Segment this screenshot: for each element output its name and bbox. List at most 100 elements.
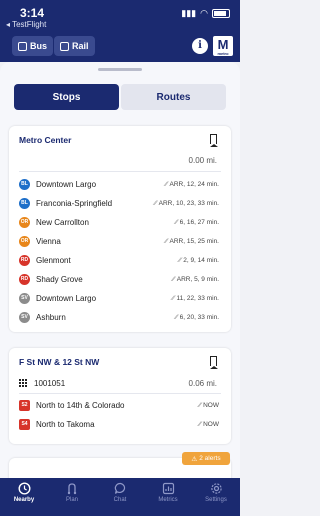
- stop-id-row: 1001051 0.06 mi.: [19, 375, 217, 391]
- metro-logo-letter: M: [217, 37, 229, 52]
- bus-button[interactable]: Bus: [12, 36, 54, 56]
- warning-icon: ⚠: [191, 455, 198, 463]
- destination: North to Takoma: [36, 419, 95, 429]
- bookmark-icon[interactable]: [209, 356, 218, 369]
- stops-routes-toggle: Stops Routes: [14, 84, 226, 110]
- tab-label: Settings: [205, 497, 227, 503]
- arrival-times: 11, 22, 33 min.: [176, 294, 219, 302]
- destination: Franconia-Springfield: [36, 198, 113, 208]
- line-badge-sv: SV: [19, 292, 30, 304]
- line-badge-bl: BL: [19, 178, 30, 190]
- arrival-times: NOW: [203, 420, 219, 428]
- destination: North to 14th & Colorado: [36, 400, 125, 410]
- route-badge-s4: S4: [19, 418, 30, 430]
- departure-row[interactable]: BL Downtown Largo ⁄⁄ ARR, 12, 24 min.: [19, 176, 219, 192]
- gear-icon: [210, 482, 223, 495]
- realtime-icon: ⁄⁄: [198, 420, 202, 428]
- arrival-times: 6, 16, 27 min.: [179, 218, 219, 226]
- departure-row[interactable]: BL Franconia-Springfield ⁄⁄ ARR, 10, 23, …: [19, 195, 219, 211]
- divider: [19, 171, 221, 172]
- realtime-icon: ⁄⁄: [172, 275, 175, 283]
- battery-icon: [212, 9, 230, 18]
- arrival-times: NOW: [203, 401, 219, 409]
- destination: Shady Grove: [36, 274, 83, 284]
- bus-icon: [18, 41, 27, 51]
- destination: Vienna: [36, 236, 61, 246]
- departure-row[interactable]: SV Ashburn ⁄⁄ 6, 20, 33 min.: [19, 309, 219, 325]
- route-badge-s2: S2: [19, 399, 30, 411]
- chat-icon: [114, 482, 127, 495]
- info-button[interactable]: i: [192, 38, 208, 54]
- realtime-icon: ⁄⁄: [172, 294, 175, 302]
- departure-row[interactable]: SV Downtown Largo ⁄⁄ 11, 22, 33 min.: [19, 290, 219, 306]
- departure-row[interactable]: OR Vienna ⁄⁄ ARR, 15, 25 min.: [19, 233, 219, 249]
- metro-logo-text: metro: [217, 51, 229, 56]
- stop-card-metro-center[interactable]: Metro Center 0.00 mi. BL Downtown Largo …: [9, 126, 231, 332]
- tab-chat[interactable]: Chat: [96, 478, 144, 516]
- departure-row[interactable]: RD Glenmont ⁄⁄ 2, 9, 14 min.: [19, 252, 219, 268]
- app-header: Bus Rail i M metro: [0, 34, 240, 62]
- departure-row[interactable]: OR New Carrollton ⁄⁄ 6, 16, 27 min.: [19, 214, 219, 230]
- bus-stop-grid-icon: [19, 378, 28, 388]
- system-indicators: ▮▮▮ ◠: [181, 8, 230, 19]
- testflight-back-link[interactable]: ◂ TestFlight: [6, 20, 46, 29]
- bus-label: Bus: [30, 41, 48, 51]
- destination: Downtown Largo: [36, 293, 97, 303]
- nearby-sheet: Stops Routes Metro Center 0.00 mi. BL Do…: [0, 62, 240, 478]
- departure-row[interactable]: S4 North to Takoma ⁄⁄ NOW: [19, 416, 219, 432]
- realtime-icon: ⁄⁄: [179, 256, 182, 264]
- stop-name: Metro Center: [19, 135, 72, 145]
- tab-bar: Nearby Plan Chat Metrics Settings: [0, 478, 240, 516]
- routes-tab[interactable]: Routes: [121, 84, 226, 110]
- metrics-icon: [162, 482, 175, 495]
- line-badge-sv: SV: [19, 311, 30, 323]
- sheet-grabber[interactable]: [98, 68, 142, 71]
- status-bar: 3:14 ◂ TestFlight ▮▮▮ ◠: [0, 0, 240, 34]
- wifi-icon: ◠: [200, 8, 208, 18]
- departure-row[interactable]: S2 North to 14th & Colorado ⁄⁄ NOW: [19, 397, 219, 413]
- divider: [19, 393, 221, 394]
- tab-label: Plan: [65, 497, 78, 503]
- tab-settings[interactable]: Settings: [192, 478, 240, 516]
- tab-label: Nearby: [13, 497, 35, 503]
- realtime-icon: ⁄⁄: [165, 180, 168, 188]
- line-badge-bl: BL: [19, 197, 30, 209]
- arrival-times: ARR, 10, 23, 33 min.: [158, 199, 219, 207]
- alerts-badge[interactable]: ⚠ 2 alerts: [182, 452, 230, 465]
- tab-plan[interactable]: Plan: [48, 478, 96, 516]
- arrival-times: ARR, 5, 9 min.: [176, 275, 219, 283]
- realtime-icon: ⁄⁄: [154, 199, 157, 207]
- line-badge-or: OR: [19, 235, 30, 247]
- departure-row[interactable]: RD Shady Grove ⁄⁄ ARR, 5, 9 min.: [19, 271, 219, 287]
- destination: New Carrollton: [36, 217, 89, 227]
- tab-label: Metrics: [158, 497, 178, 503]
- realtime-icon: ⁄⁄: [165, 237, 168, 245]
- status-time: 3:14: [20, 6, 45, 20]
- stop-id: 1001051: [34, 378, 66, 388]
- destination: Glenmont: [36, 255, 71, 265]
- realtime-icon: ⁄⁄: [175, 313, 178, 321]
- destination: Ashburn: [36, 312, 66, 322]
- route-icon: [66, 482, 79, 495]
- stop-distance: 0.06 mi.: [188, 378, 217, 388]
- line-badge-rd: RD: [19, 273, 30, 285]
- realtime-icon: ⁄⁄: [198, 401, 202, 409]
- tab-metrics[interactable]: Metrics: [144, 478, 192, 516]
- rail-icon: [60, 41, 69, 51]
- stop-name: F St NW & 12 St NW: [19, 357, 100, 367]
- arrival-times: 2, 9, 14 min.: [183, 256, 219, 264]
- stop-card-f-st-12-st[interactable]: F St NW & 12 St NW 1001051 0.06 mi. S2 N…: [9, 348, 231, 444]
- tab-label: Chat: [113, 497, 127, 503]
- bookmark-icon[interactable]: [209, 134, 218, 147]
- arrival-times: ARR, 12, 24 min.: [169, 180, 220, 188]
- arrival-times: 6, 20, 33 min.: [179, 313, 219, 321]
- line-badge-or: OR: [19, 216, 30, 228]
- line-badge-rd: RD: [19, 254, 30, 266]
- rail-button[interactable]: Rail: [54, 36, 95, 56]
- stops-tab[interactable]: Stops: [14, 84, 119, 110]
- tab-nearby[interactable]: Nearby: [0, 478, 48, 516]
- arrival-times: ARR, 15, 25 min.: [169, 237, 220, 245]
- alerts-label: 2 alerts: [199, 455, 221, 462]
- clock-icon: [17, 482, 31, 495]
- destination: Downtown Largo: [36, 179, 97, 189]
